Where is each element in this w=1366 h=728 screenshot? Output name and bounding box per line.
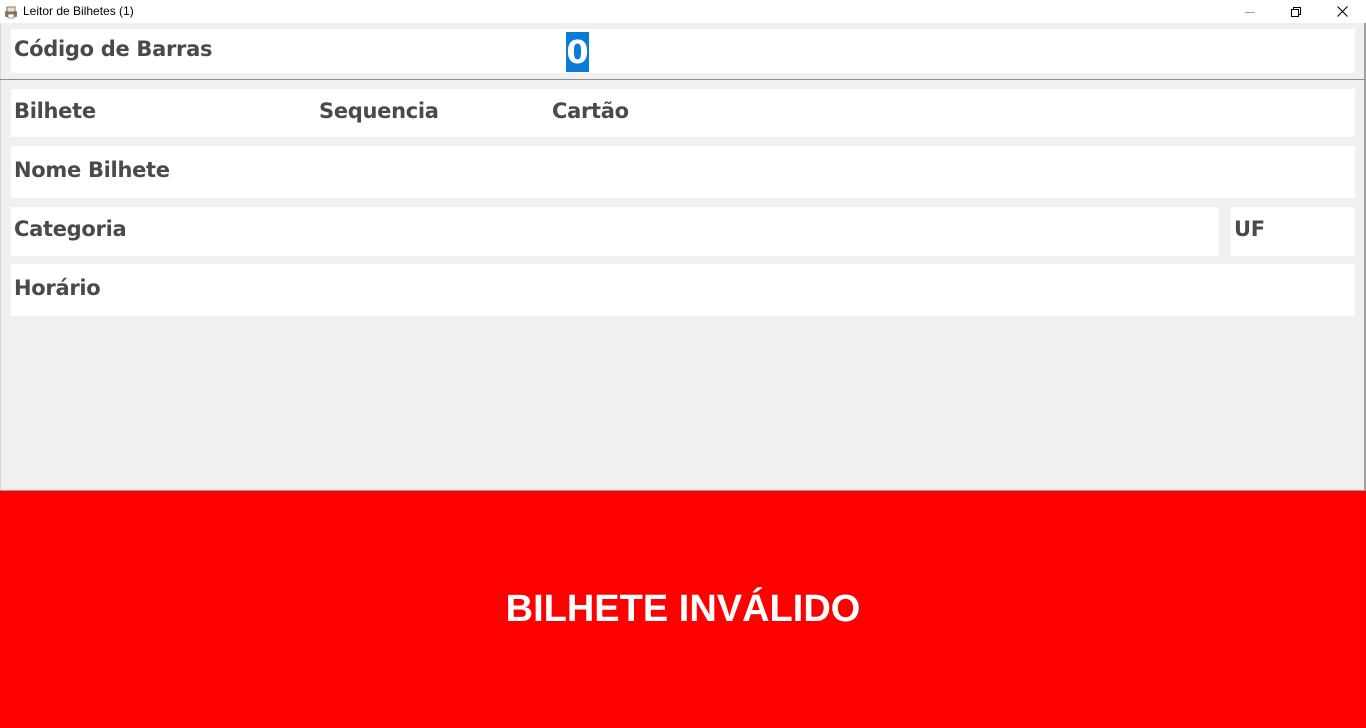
schedule-panel — [11, 264, 1355, 316]
window-border-left — [0, 23, 1, 491]
minimize-icon — [1245, 7, 1255, 17]
horario-label: Horário — [14, 276, 101, 300]
status-banner: BILHETE INVÁLIDO — [0, 491, 1366, 728]
restore-button[interactable] — [1273, 0, 1319, 23]
categoria-label: Categoria — [14, 217, 127, 241]
section-divider — [0, 79, 1366, 80]
close-button[interactable] — [1319, 0, 1365, 23]
cartao-label: Cartão — [552, 99, 629, 123]
ticket-name-panel — [11, 146, 1355, 198]
barcode-input[interactable]: 0 — [566, 32, 589, 72]
barcode-label: Código de Barras — [14, 37, 213, 61]
minimize-button[interactable] — [1227, 0, 1273, 23]
close-icon — [1336, 6, 1348, 17]
title-bar[interactable]: Leitor de Bilhetes (1) — [0, 0, 1366, 23]
printer-app-icon — [4, 4, 18, 19]
nome-bilhete-label: Nome Bilhete — [14, 158, 170, 182]
status-text: BILHETE INVÁLIDO — [505, 588, 861, 630]
sequencia-label: Sequencia — [319, 99, 439, 123]
uf-label: UF — [1234, 217, 1265, 241]
bilhete-label: Bilhete — [14, 99, 96, 123]
main-window: Leitor de Bilhetes (1) Código de Barras … — [0, 0, 1366, 728]
ticket-info-panel — [11, 89, 1355, 137]
category-panel — [11, 207, 1219, 256]
window-title: Leitor de Bilhetes (1) — [23, 4, 134, 18]
restore-icon — [1291, 6, 1301, 17]
barcode-panel — [11, 29, 1355, 73]
